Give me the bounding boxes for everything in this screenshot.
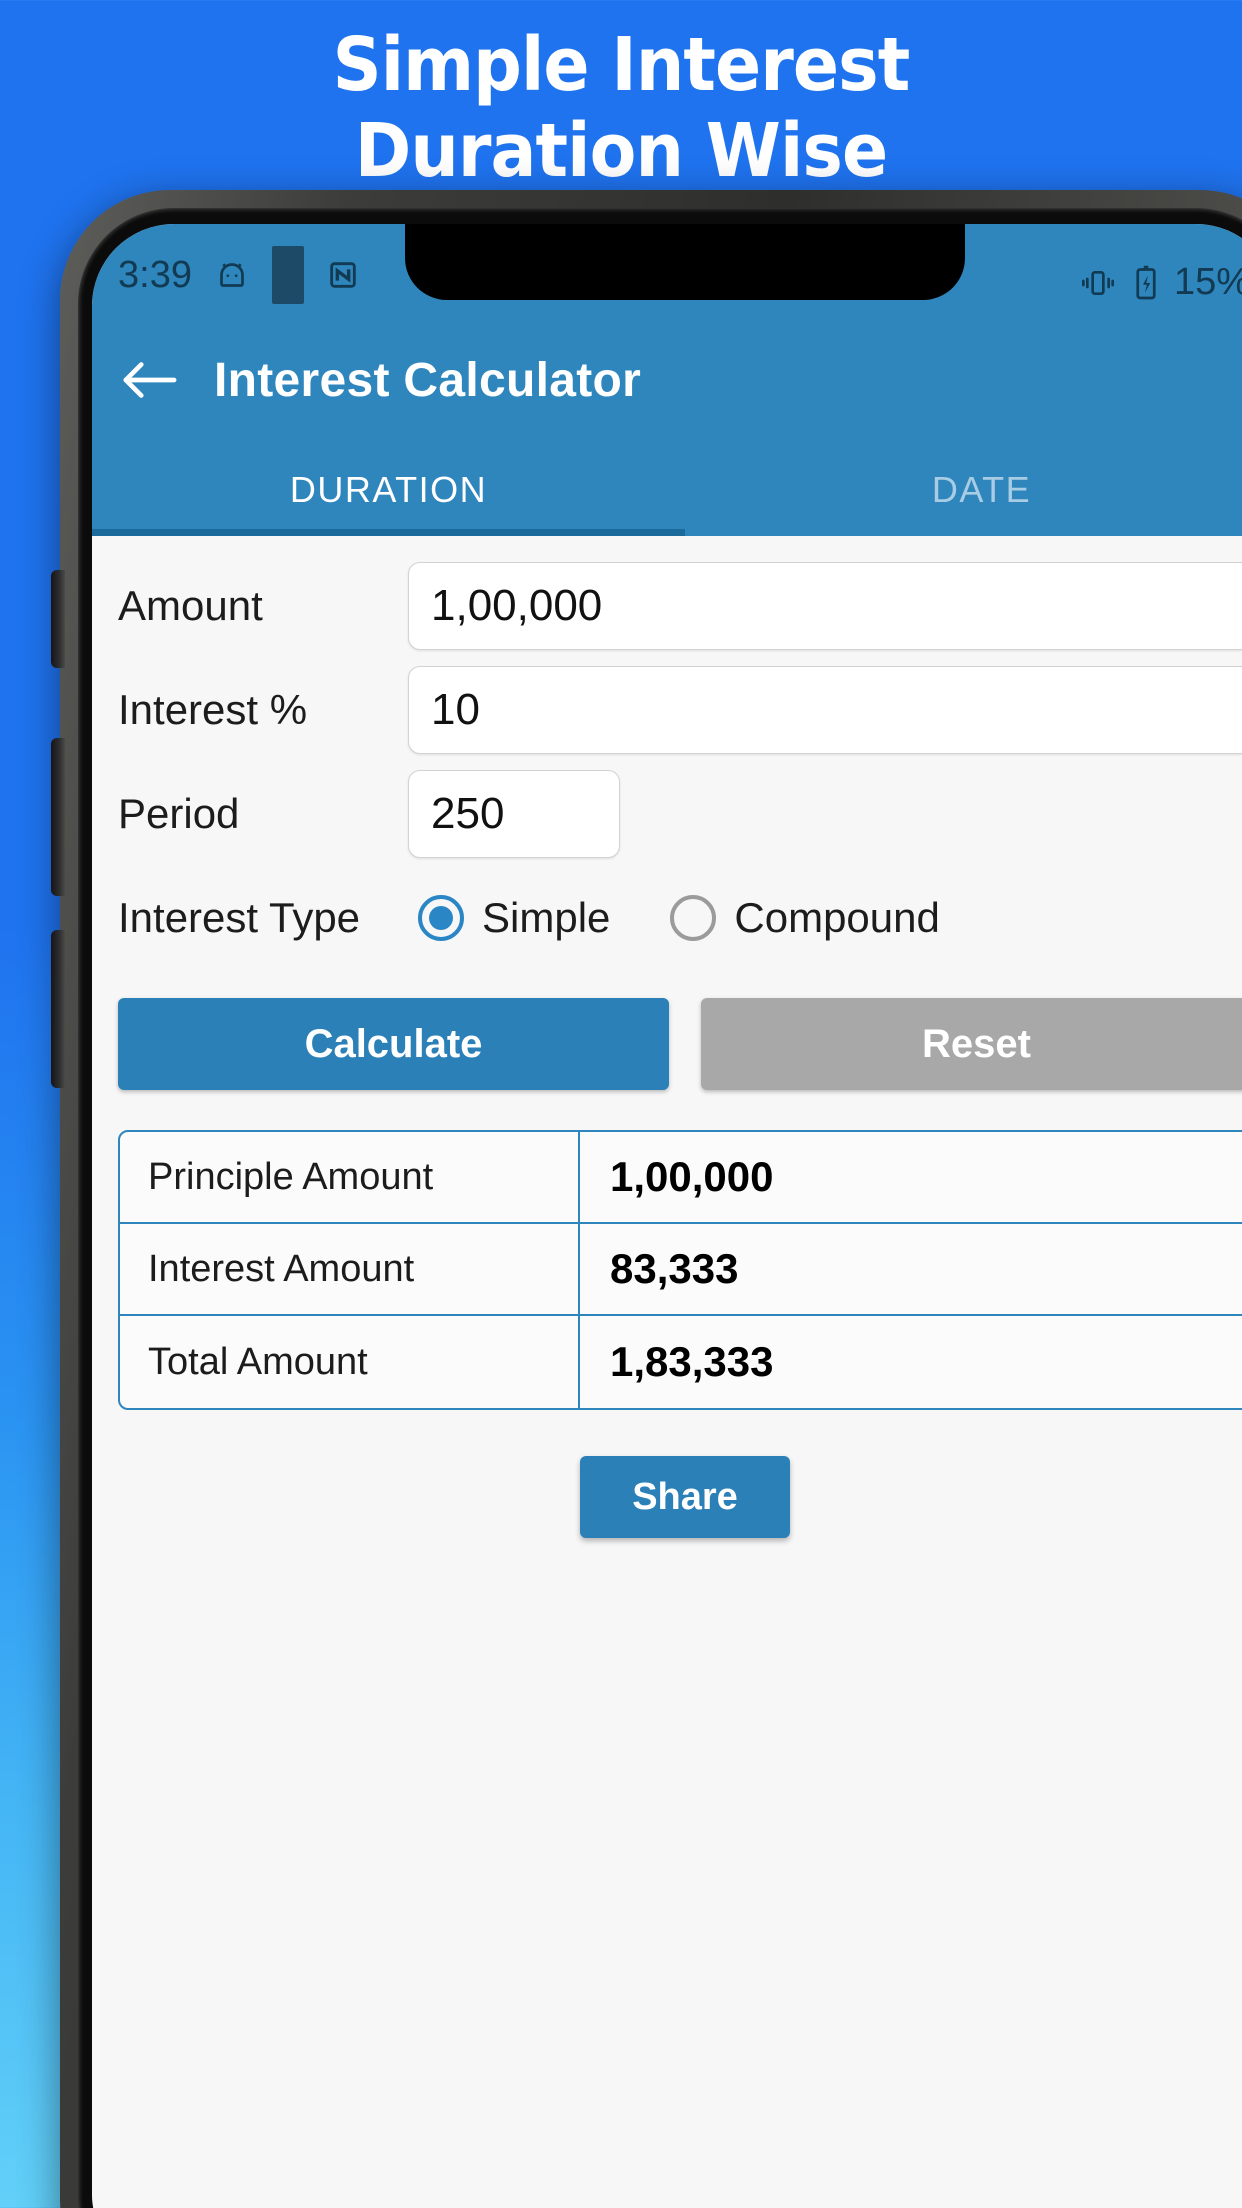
period-input[interactable]: 250 xyxy=(408,770,620,858)
interest-label: Interest % xyxy=(118,686,308,733)
period-label: Period xyxy=(118,790,240,837)
amount-input-value: 1,00,000 xyxy=(431,581,603,630)
share-button-label: Share xyxy=(632,1475,738,1518)
notification-chip-icon xyxy=(271,246,304,304)
result-value-interest: 83,333 xyxy=(610,1245,739,1292)
phone-silent-switch[interactable] xyxy=(51,570,65,668)
result-value-total: 1,83,333 xyxy=(610,1338,774,1385)
result-key-principle: Principle Amount xyxy=(120,1132,580,1222)
share-button[interactable]: Share xyxy=(580,1456,790,1538)
amount-label: Amount xyxy=(118,582,263,629)
input-form: Amount 1,00,000 Interest % 10 Period 250… xyxy=(92,536,1242,1094)
content-area: Amount 1,00,000 Interest % 10 Period 250… xyxy=(92,536,1242,2208)
calculate-button[interactable]: Calculate xyxy=(118,998,669,1090)
interest-type-radio-group: Simple Compound xyxy=(418,894,940,942)
period-input-value: 250 xyxy=(431,789,505,838)
phone-notch xyxy=(405,224,965,300)
radio-compound-icon[interactable] xyxy=(670,895,717,941)
phone-screen: 3:39 15 Interest Calculator DURATION DAT… xyxy=(92,224,1242,2208)
form-row-period: Period 250 xyxy=(92,762,1242,866)
status-bar-right: 15% xyxy=(1078,261,1242,304)
share-button-wrap: Share xyxy=(92,1456,1242,1538)
interest-type-label: Interest Type xyxy=(118,894,361,941)
page-title: Interest Calculator xyxy=(214,353,642,407)
battery-charging-icon xyxy=(1132,265,1160,301)
result-value-principle: 1,00,000 xyxy=(610,1153,774,1200)
tab-date[interactable]: DATE xyxy=(685,444,1242,536)
battery-percentage: 15% xyxy=(1173,261,1242,303)
calculate-button-label: Calculate xyxy=(304,1021,483,1066)
phone-volume-down-button[interactable] xyxy=(51,930,65,1088)
app-bar: Interest Calculator xyxy=(92,316,1242,444)
tab-date-label: DATE xyxy=(931,469,1032,510)
form-row-amount: Amount 1,00,000 xyxy=(92,554,1242,658)
form-row-interest-type: Interest Type Simple Compound xyxy=(92,866,1242,970)
phone-volume-up-button[interactable] xyxy=(51,738,65,896)
promo-headline-line-2: Duration Wise xyxy=(354,108,888,194)
back-arrow-icon[interactable] xyxy=(118,349,180,411)
radio-option-simple[interactable]: Simple xyxy=(418,894,610,942)
table-row: Interest Amount 83,333 xyxy=(120,1224,1242,1316)
promo-headline-line-1: Simple Interest xyxy=(332,22,911,108)
android-icon xyxy=(214,257,250,293)
result-key-interest: Interest Amount xyxy=(120,1224,580,1314)
radio-simple-icon[interactable] xyxy=(418,895,464,941)
interest-input-value: 10 xyxy=(431,685,480,734)
form-row-interest: Interest % 10 xyxy=(92,658,1242,762)
results-table: Principle Amount 1,00,000 Interest Amoun… xyxy=(118,1130,1242,1410)
phone-mockup: 3:39 15 Interest Calculator DURATION DAT… xyxy=(51,190,1242,2208)
reset-button-label: Reset xyxy=(922,1021,1031,1066)
tab-duration[interactable]: DURATION xyxy=(92,444,685,536)
status-bar-left: 3:39 xyxy=(118,246,360,304)
status-clock: 3:39 xyxy=(118,253,192,296)
promo-headline: Simple Interest Duration Wise xyxy=(50,22,1193,194)
reset-button[interactable]: Reset xyxy=(701,998,1242,1090)
table-row: Principle Amount 1,00,000 xyxy=(120,1132,1242,1224)
tab-bar: DURATION DATE xyxy=(92,444,1242,536)
action-button-row: Calculate Reset xyxy=(92,970,1242,1090)
interest-input[interactable]: 10 xyxy=(408,666,1242,754)
amount-input[interactable]: 1,00,000 xyxy=(408,562,1242,650)
result-key-total: Total Amount xyxy=(120,1316,580,1408)
nfc-icon xyxy=(326,258,360,292)
tab-duration-label: DURATION xyxy=(289,469,488,510)
table-row: Total Amount 1,83,333 xyxy=(120,1316,1242,1408)
radio-simple-label: Simple xyxy=(482,894,611,941)
vibrate-icon xyxy=(1078,266,1118,300)
radio-compound-label: Compound xyxy=(734,894,940,941)
radio-option-compound[interactable]: Compound xyxy=(670,894,940,942)
phone-bezel: 3:39 15 Interest Calculator DURATION DAT… xyxy=(78,208,1242,2208)
